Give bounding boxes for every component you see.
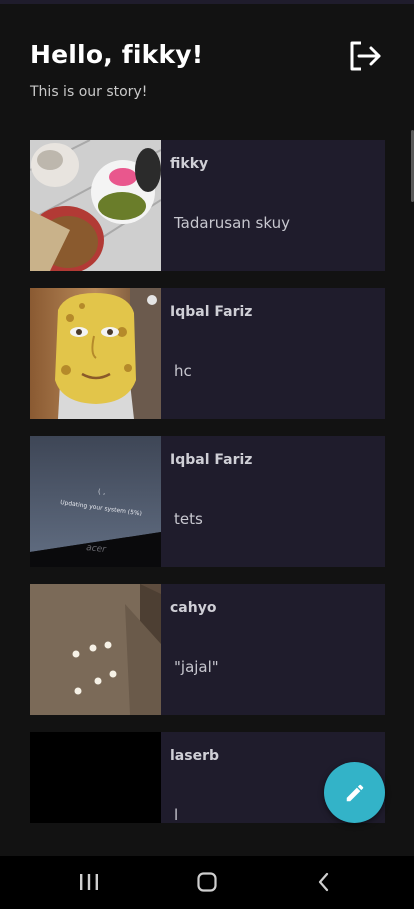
story-author: Iqbal Fariz <box>170 452 253 468</box>
story-author: fikky <box>170 156 209 172</box>
story-info: fikky Tadarusan skuy <box>161 140 385 271</box>
story-card[interactable]: cahyo "jajal" <box>30 584 385 715</box>
story-author: laserb <box>170 748 219 764</box>
story-description: l <box>174 806 179 823</box>
story-card[interactable]: Iqbal Fariz hc <box>30 288 385 419</box>
status-bar-strip <box>0 0 414 4</box>
story-thumbnail-sponge-face-photo <box>30 288 161 419</box>
page-subtitle: This is our story! <box>30 84 148 100</box>
story-thumbnail-room-wall-lights-photo <box>30 584 161 715</box>
story-description: tets <box>174 510 203 528</box>
home-button[interactable] <box>187 868 227 896</box>
logout-button[interactable] <box>346 38 382 74</box>
logout-icon <box>350 41 381 71</box>
home-icon <box>197 872 217 892</box>
back-icon <box>318 872 329 892</box>
story-author: cahyo <box>170 600 217 616</box>
pencil-icon <box>346 784 363 801</box>
story-thumbnail-food-plates-photo <box>30 140 161 271</box>
recents-button[interactable] <box>69 868 109 896</box>
story-card[interactable]: fikky Tadarusan skuy <box>30 140 385 271</box>
svg-text:( ,: ( , <box>98 488 105 496</box>
story-info: Iqbal Fariz hc <box>161 288 385 419</box>
back-button[interactable] <box>304 868 344 896</box>
create-story-button[interactable] <box>324 762 385 823</box>
story-thumbnail-laptop-update-screen-photo: ( , Updating your system (5%) acer <box>30 436 161 567</box>
story-card[interactable]: ( , Updating your system (5%) acer Iqbal… <box>30 436 385 567</box>
recents-icon <box>80 874 98 890</box>
story-info: cahyo "jajal" <box>161 584 385 715</box>
story-author: Iqbal Fariz <box>170 304 253 320</box>
story-list[interactable]: fikky Tadarusan skuy Iqbal Fariz hc (, … <box>30 140 385 823</box>
system-nav-bar <box>0 856 414 909</box>
story-description: Tadarusan skuy <box>174 214 290 232</box>
story-thumbnail-black-photo <box>30 732 161 823</box>
story-description: "jajal" <box>174 658 219 676</box>
story-info: Iqbal Fariz tets <box>161 436 385 567</box>
page-title: Hello, fikky! <box>30 40 204 69</box>
story-description: hc <box>174 362 192 380</box>
